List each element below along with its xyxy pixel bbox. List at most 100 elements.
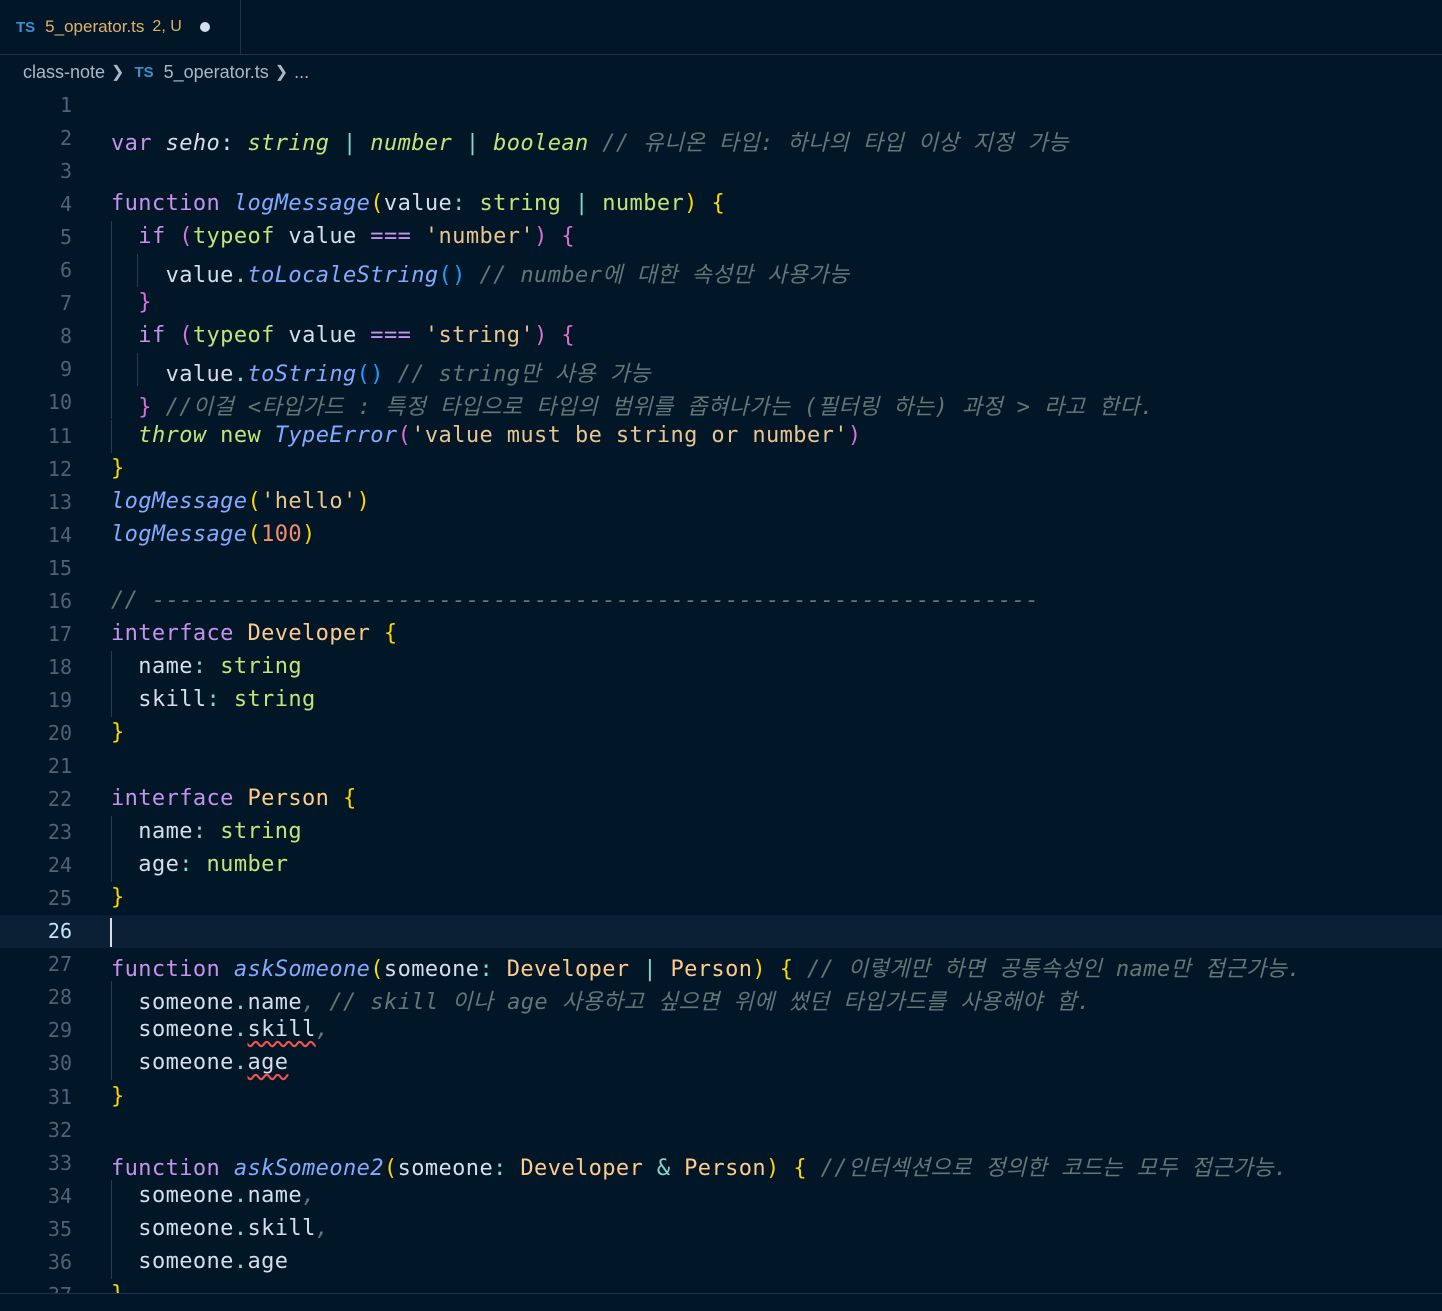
code-token: // string만 사용 가능: [383, 362, 651, 388]
code-token: ): [847, 422, 862, 448]
breadcrumb-file[interactable]: 5_operator.ts: [164, 62, 269, 83]
code-token: value: [288, 323, 371, 349]
code-line[interactable]: 37}: [0, 1279, 1442, 1293]
code-line[interactable]: 13 logMessage('hello'): [0, 486, 1442, 519]
code-token: :: [220, 131, 248, 157]
code-line[interactable]: 3: [0, 155, 1442, 188]
code-line[interactable]: 18 name: string: [0, 650, 1442, 684]
code-token: askSomeone2: [233, 1155, 384, 1181]
code-token: interface: [111, 620, 248, 646]
code-line[interactable]: 16 // -----------------------------------…: [0, 585, 1442, 618]
code-line[interactable]: 10 } //이걸 <타입가드 : 특정 타입으로 타입의 범위를 좁혀나가는 …: [0, 386, 1442, 420]
code-line[interactable]: 19 skill: string: [0, 683, 1442, 717]
code-line[interactable]: 7 }: [0, 287, 1442, 321]
code-token: Person: [684, 1155, 767, 1181]
code-token: ): [302, 521, 316, 547]
line-number: 22: [47, 787, 72, 812]
code-line[interactable]: 25}: [0, 882, 1442, 915]
code-token: 'number': [424, 224, 535, 250]
code-token: TypeError: [274, 422, 398, 448]
line-number: 19: [47, 687, 72, 712]
code-token: // skill 이나 age 사용하고 싶으면 위에 썼던 타입가드를 사용해…: [315, 990, 1091, 1016]
code-line[interactable]: 5 if (typeof value === 'number') {: [0, 221, 1442, 255]
code-editor[interactable]: 1 2 var seho: string | number | boolean //…: [0, 89, 1442, 1293]
code-line[interactable]: 1: [0, 89, 1442, 122]
code-line[interactable]: 4 function logMessage(value: string | num…: [0, 188, 1442, 221]
breadcrumb-symbol[interactable]: ...: [294, 62, 309, 83]
code-line[interactable]: 17 interface Developer {: [0, 618, 1442, 651]
tab-active-file[interactable]: TS 5_operator.ts 2, U: [0, 0, 241, 54]
code-token: name: [247, 990, 303, 1016]
code-token: Person: [247, 786, 343, 812]
code-line[interactable]: 32: [0, 1114, 1442, 1147]
code-line[interactable]: 36 someone.age: [0, 1245, 1442, 1279]
code-line[interactable]: 31}: [0, 1081, 1442, 1114]
code-line[interactable]: 2 var seho: string | number | boolean // …: [0, 122, 1442, 157]
code-token: someone: [138, 1050, 234, 1076]
code-token: :: [206, 686, 234, 712]
code-token: ): [534, 224, 548, 250]
line-number: 2: [59, 126, 72, 151]
code-token: {: [793, 1155, 807, 1181]
code-line[interactable]: 24 age: number: [0, 849, 1442, 883]
code-token: age: [247, 1050, 289, 1076]
typescript-file-icon: TS: [16, 18, 36, 36]
line-number: 24: [47, 853, 72, 878]
code-text: name: string: [111, 654, 302, 679]
code-text: interface Person {: [111, 786, 357, 811]
code-line[interactable]: 23 name: string: [0, 816, 1442, 850]
code-line[interactable]: 29 someone.skill,: [0, 1014, 1442, 1048]
code-line[interactable]: 12}: [0, 453, 1442, 486]
code-line[interactable]: 34 someone.name,: [0, 1179, 1442, 1213]
code-line[interactable]: 14 logMessage(100): [0, 519, 1442, 552]
code-token: |: [561, 191, 603, 217]
code-line[interactable]: 33 function askSomeone2(someone: Develope…: [0, 1147, 1442, 1182]
code-line[interactable]: 21: [0, 750, 1442, 783]
breadcrumb-folder[interactable]: class-note: [23, 62, 105, 83]
code-token: typeof: [192, 224, 289, 250]
code-token: }: [111, 719, 125, 745]
code-token: someone: [138, 1215, 234, 1241]
tab-bar: TS 5_operator.ts 2, U: [0, 0, 1442, 55]
horizontal-scrollbar[interactable]: [0, 1293, 1442, 1311]
code-text: throw new TypeError('value must be strin…: [111, 423, 862, 448]
code-token: {: [561, 323, 576, 349]
code-line[interactable]: 22 interface Person {: [0, 783, 1442, 816]
code-line[interactable]: 6 value.toLocaleString() // number에 대한 속…: [0, 254, 1442, 289]
code-token: ===: [370, 224, 425, 250]
code-line[interactable]: 9 value.toString() // string만 사용 가능: [0, 353, 1442, 388]
code-line[interactable]: 15: [0, 552, 1442, 585]
code-line[interactable]: 27 function askSomeone(someone: Developer…: [0, 948, 1442, 983]
code-token: :: [192, 653, 221, 679]
code-line[interactable]: 20}: [0, 717, 1442, 750]
code-token: |: [329, 131, 371, 157]
code-line[interactable]: 28 someone.name, // skill 이나 age 사용하고 싶으…: [0, 981, 1442, 1016]
code-token: }: [138, 290, 152, 316]
code-line[interactable]: 11 throw new TypeError('value must be st…: [0, 419, 1442, 453]
line-number: 11: [47, 423, 72, 448]
code-token: (): [438, 263, 466, 289]
code-token: name: [138, 819, 193, 845]
code-token: number: [602, 191, 685, 217]
line-number: 8: [59, 324, 72, 349]
code-token: // 이렇게만 하면 공통속성인 name만 접근가능.: [793, 957, 1301, 983]
code-line[interactable]: 30 someone.age: [0, 1047, 1442, 1081]
line-number: 30: [47, 1051, 72, 1076]
code-token: (: [247, 521, 262, 547]
code-token: function: [111, 191, 234, 217]
code-text: function askSomeone2(someone: Developer …: [111, 1150, 1288, 1182]
code-line[interactable]: 26: [0, 915, 1442, 949]
line-number: 17: [47, 621, 72, 646]
line-number: 14: [47, 522, 72, 547]
code-line[interactable]: 35 someone.skill,: [0, 1212, 1442, 1246]
code-token: toLocaleString: [247, 263, 439, 289]
code-text: }: [111, 1084, 125, 1109]
unsaved-dot-icon[interactable]: [199, 22, 210, 32]
code-line[interactable]: 8 if (typeof value === 'string') {: [0, 320, 1442, 354]
code-token: // -------------------------------------…: [111, 587, 1039, 613]
code-token: |: [629, 957, 671, 983]
code-token: .: [233, 1182, 248, 1208]
